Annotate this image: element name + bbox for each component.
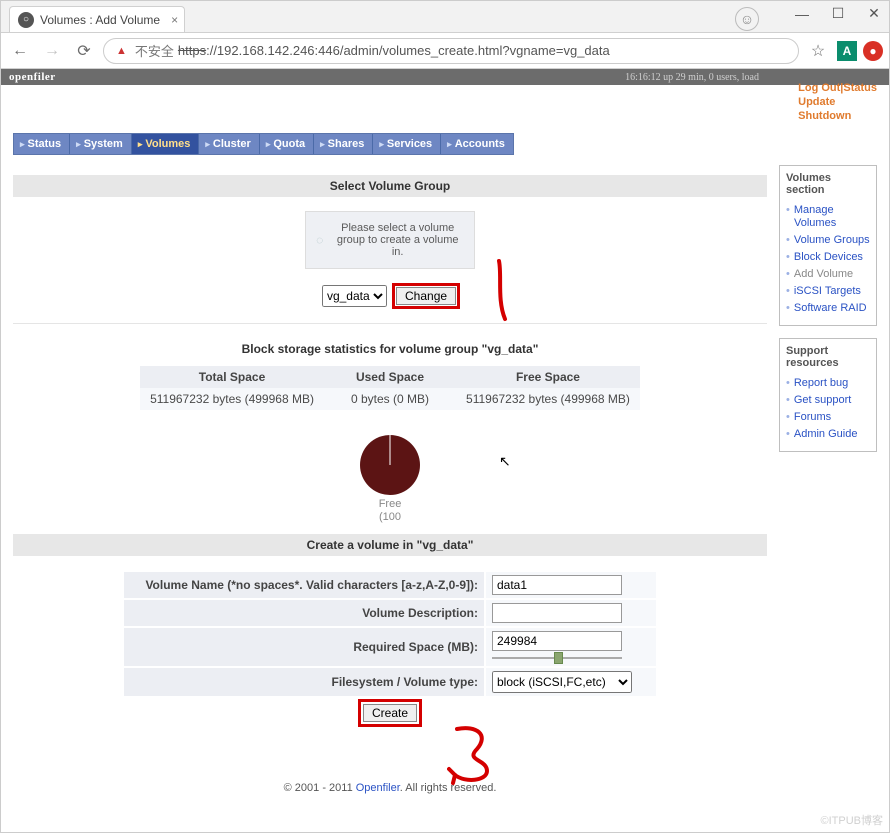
nav-quota[interactable]: ▸Quota	[260, 134, 314, 154]
forward-icon[interactable]: →	[39, 38, 65, 64]
tip-box: Please select a volume group to create a…	[305, 211, 475, 269]
label-volname: Volume Name (*no spaces*. Valid characte…	[124, 572, 484, 598]
tab-title: Volumes : Add Volume	[40, 13, 160, 27]
pie-caption: Free(100	[13, 498, 767, 524]
logout-link[interactable]: Log Out	[798, 82, 840, 94]
nav-cluster[interactable]: ▸Cluster	[199, 134, 259, 154]
watermark: ©ITPUB博客	[821, 812, 884, 828]
side-block-devices[interactable]: Block Devices	[786, 249, 870, 266]
sidebar-support: Support resources Report bug Get support…	[779, 338, 877, 452]
browser-tab[interactable]: ○ Volumes : Add Volume ×	[9, 6, 185, 32]
back-icon[interactable]: ←	[7, 38, 33, 64]
nav-shares[interactable]: ▸Shares	[314, 134, 373, 154]
footer-link[interactable]: Openfiler	[356, 782, 400, 794]
maximize-icon[interactable]: ☐	[829, 5, 847, 22]
nav-system[interactable]: ▸System	[70, 134, 132, 154]
browser-toolbar: ← → ⟳ ▲ 不安全 https://192.168.142.246:446/…	[1, 33, 889, 69]
insecure-label: 不安全	[135, 41, 174, 60]
app-header: openfiler 16:16:12 up 29 min, 0 users, l…	[1, 69, 889, 85]
nav-status[interactable]: ▸Status	[14, 134, 70, 154]
brand-label: openfiler	[9, 71, 56, 83]
extension-a-icon[interactable]: A	[837, 41, 857, 61]
mouse-cursor-icon: ↖	[499, 453, 511, 470]
uptime-text: 16:16:12 up 29 min, 0 users, load	[625, 72, 759, 83]
sidebar-volumes: Volumes section Manage Volumes Volume Gr…	[779, 165, 877, 326]
close-window-icon[interactable]: ✕	[865, 5, 883, 22]
header-links: Log Out|Status Update Shutdown	[798, 81, 877, 123]
side-add-volume[interactable]: Add Volume	[786, 266, 870, 283]
update-link[interactable]: Update	[798, 95, 877, 109]
fstype-select[interactable]: block (iSCSI,FC,etc)	[492, 671, 632, 693]
window-controls: — ☐ ✕	[793, 5, 883, 22]
url-text: ://192.168.142.246:446/admin/volumes_cre…	[206, 43, 610, 58]
extension-b-icon[interactable]: ●	[863, 41, 883, 61]
val-total: 511967232 bytes (499968 MB)	[140, 388, 324, 410]
volume-desc-input[interactable]	[492, 603, 622, 623]
sidebar-support-title: Support resources	[786, 345, 870, 369]
side-iscsi-targets[interactable]: iSCSI Targets	[786, 283, 870, 300]
pie-chart	[359, 434, 421, 496]
url-scheme: https	[178, 43, 206, 58]
status-link[interactable]: Status	[843, 82, 877, 94]
val-used: 0 bytes (0 MB)	[324, 388, 456, 410]
side-forums[interactable]: Forums	[786, 409, 870, 426]
val-free: 511967232 bytes (499968 MB)	[456, 388, 640, 410]
label-fstype: Filesystem / Volume type:	[124, 668, 484, 696]
volume-group-select[interactable]: vg_data	[322, 285, 387, 307]
col-free: Free Space	[456, 366, 640, 388]
create-button[interactable]: Create	[363, 704, 417, 722]
create-heading: Create a volume in "vg_data"	[13, 534, 767, 556]
tip-text: Please select a volume group to create a…	[331, 222, 464, 258]
browser-tabbar: ○ Volumes : Add Volume × ☺ — ☐ ✕	[1, 1, 889, 33]
tab-close-icon[interactable]: ×	[171, 13, 178, 27]
bookmark-star-icon[interactable]: ☆	[805, 38, 831, 64]
stats-table: Total Space Used Space Free Space 511967…	[140, 366, 640, 410]
minimize-icon[interactable]: —	[793, 6, 811, 22]
sidebar-volumes-title: Volumes section	[786, 172, 870, 196]
footer: © 2001 - 2011 Openfiler. All rights rese…	[13, 782, 767, 794]
side-report-bug[interactable]: Report bug	[786, 375, 870, 392]
side-software-raid[interactable]: Software RAID	[786, 300, 870, 317]
shutdown-link[interactable]: Shutdown	[798, 109, 877, 123]
reload-icon[interactable]: ⟳	[71, 38, 97, 64]
side-get-support[interactable]: Get support	[786, 392, 870, 409]
nav-accounts[interactable]: ▸Accounts	[441, 134, 513, 154]
label-voldesc: Volume Description:	[124, 600, 484, 626]
nav-volumes[interactable]: ▸Volumes	[132, 134, 200, 154]
space-slider[interactable]	[492, 653, 622, 663]
change-button[interactable]: Change	[396, 287, 456, 305]
col-total: Total Space	[140, 366, 324, 388]
address-bar[interactable]: ▲ 不安全 https://192.168.142.246:446/admin/…	[103, 38, 799, 64]
label-reqspace: Required Space (MB):	[124, 628, 484, 666]
table-row: 511967232 bytes (499968 MB) 0 bytes (0 M…	[140, 388, 640, 410]
tab-favicon: ○	[18, 12, 34, 28]
side-volume-groups[interactable]: Volume Groups	[786, 232, 870, 249]
side-admin-guide[interactable]: Admin Guide	[786, 426, 870, 443]
main-nav: ▸Status ▸System ▸Volumes ▸Cluster ▸Quota…	[13, 133, 514, 155]
required-space-input[interactable]	[492, 631, 622, 651]
volume-name-input[interactable]	[492, 575, 622, 595]
lightbulb-icon	[316, 233, 323, 247]
select-vg-heading: Select Volume Group	[13, 175, 767, 197]
col-used: Used Space	[324, 366, 456, 388]
insecure-warning-icon: ▲	[112, 45, 131, 57]
create-form: Volume Name (*no spaces*. Valid characte…	[122, 570, 658, 698]
side-manage-volumes[interactable]: Manage Volumes	[786, 202, 870, 232]
nav-services[interactable]: ▸Services	[373, 134, 441, 154]
profile-icon[interactable]: ☺	[735, 7, 759, 31]
stats-heading: Block storage statistics for volume grou…	[13, 338, 767, 366]
